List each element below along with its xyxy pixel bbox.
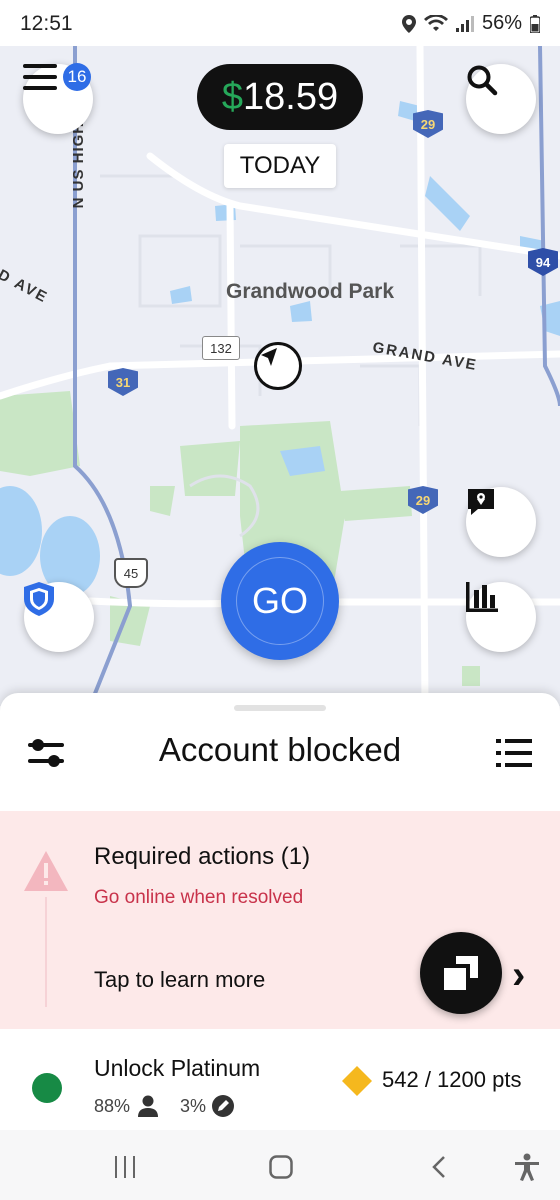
expand-button[interactable] bbox=[420, 932, 502, 1014]
notification-badge: 16 bbox=[63, 63, 91, 91]
status-icons: 56% bbox=[401, 12, 540, 35]
search-icon bbox=[467, 65, 498, 96]
learn-more-link[interactable]: Tap to learn more bbox=[94, 967, 265, 993]
timeline-line bbox=[45, 897, 47, 1007]
status-dot bbox=[32, 1073, 62, 1103]
shield-icon bbox=[24, 582, 54, 616]
expand-icon bbox=[444, 956, 478, 990]
diamond-icon bbox=[342, 1066, 372, 1096]
accessibility-icon[interactable] bbox=[514, 1153, 540, 1181]
recent-apps-icon[interactable] bbox=[114, 1156, 136, 1178]
search-button[interactable] bbox=[466, 64, 536, 134]
back-icon[interactable] bbox=[430, 1155, 446, 1179]
hamburger-icon bbox=[23, 64, 57, 90]
required-actions-title: Required actions (1) bbox=[94, 843, 311, 870]
warning-icon bbox=[24, 851, 68, 891]
destination-filter-button[interactable] bbox=[466, 487, 536, 557]
place-label: Grandwood Park bbox=[226, 280, 395, 303]
person-icon bbox=[138, 1095, 159, 1117]
rewards-stats: 88% 3% bbox=[94, 1095, 235, 1117]
route-shield-45: 45 bbox=[114, 558, 148, 588]
insights-button[interactable] bbox=[466, 582, 536, 652]
cancellation-rate: 3% bbox=[180, 1095, 207, 1116]
sheet-title: Account blocked bbox=[158, 731, 402, 768]
rewards-title: Unlock Platinum bbox=[94, 1055, 261, 1081]
signal-icon bbox=[455, 15, 474, 32]
go-label: GO bbox=[251, 580, 308, 621]
battery-percent: 56% bbox=[481, 12, 522, 34]
currency-symbol: $ bbox=[221, 75, 244, 118]
list-icon bbox=[496, 739, 532, 767]
status-time: 12:51 bbox=[20, 12, 73, 35]
system-navigation-bar bbox=[0, 1130, 560, 1200]
location-icon bbox=[401, 14, 416, 33]
wifi-icon bbox=[423, 14, 448, 31]
bar-chart-icon bbox=[466, 582, 498, 612]
bottom-sheet: Account blocked Required actions (1) Go … bbox=[0, 693, 560, 1130]
route-shield-132: 132 bbox=[202, 336, 240, 360]
map-pin-chat-icon bbox=[468, 489, 494, 515]
home-icon[interactable] bbox=[269, 1155, 293, 1179]
safety-toolkit-button[interactable] bbox=[24, 582, 94, 652]
earnings-amount: 18.59 bbox=[243, 75, 339, 118]
required-actions-subtitle: Go online when resolved bbox=[94, 887, 304, 908]
earnings-period-label[interactable]: TODAY bbox=[224, 144, 336, 188]
chevron-right-icon: › bbox=[512, 953, 526, 997]
go-online-button[interactable]: GO bbox=[221, 542, 339, 660]
status-bar: 12:51 56% bbox=[0, 0, 560, 46]
sheet-drag-handle[interactable] bbox=[234, 705, 326, 711]
points-progress: 542 / 1200 pts bbox=[382, 1067, 522, 1092]
rewards-row[interactable]: Unlock Platinum 88% 3% 542 / 1200 pts bbox=[0, 1031, 560, 1129]
battery-icon bbox=[530, 14, 540, 33]
earnings-pill[interactable]: $18.59 bbox=[197, 64, 363, 130]
map-view[interactable]: N US HIGH 45 D AVE GRAND AVE Grandwood P… bbox=[0, 46, 560, 706]
list-view-button[interactable] bbox=[494, 733, 534, 773]
current-location-marker bbox=[254, 342, 302, 390]
navigation-arrow-icon bbox=[261, 348, 277, 366]
pencil-circle-icon bbox=[212, 1095, 235, 1117]
acceptance-rate: 88% bbox=[94, 1095, 131, 1116]
